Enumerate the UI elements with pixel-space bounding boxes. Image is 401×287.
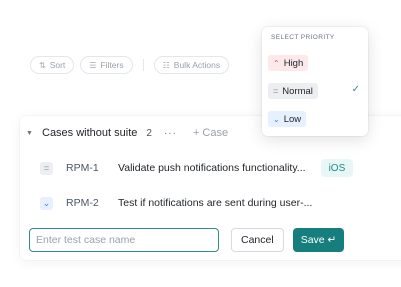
equals-icon: = [273,86,279,96]
new-case-form: Cancel Save ↵ [29,228,345,252]
priority-dropdown-label: SELECT PRIORITY [271,34,335,41]
case-title: Test if notifications are sent during us… [118,197,313,209]
priority-chip-normal: = Normal [268,83,318,99]
priority-option-low[interactable]: ⌄ Low [268,111,307,127]
priority-option-label: High [283,57,304,69]
priority-normal-icon[interactable]: = [40,161,53,175]
bulk-actions-label: Bulk Actions [173,60,221,70]
sort-icon: ⇅ [39,60,46,70]
case-title: Validate push notifications functionalit… [118,162,306,174]
toolbar-divider [142,59,144,71]
cancel-button[interactable]: Cancel [231,228,284,252]
table-row[interactable]: = RPM-1 Validate push notifications func… [20,156,401,180]
case-tag: iOS [320,159,354,177]
sort-button[interactable]: ⇅ Sort [30,56,75,74]
priority-option-normal[interactable]: = Normal [268,83,318,99]
filters-button[interactable]: ☰ Filters [80,56,133,74]
suite-count: 2 [146,127,152,139]
case-id: RPM-2 [66,197,99,209]
add-case-button[interactable]: + Case [193,127,228,139]
chevron-down-icon: ⌄ [273,114,280,124]
case-name-input[interactable] [29,228,219,252]
more-options-icon[interactable]: ··· [164,128,177,139]
table-row[interactable]: ⌄ RPM-2 Test if notifications are sent d… [20,191,401,215]
bulk-actions-button[interactable]: ☷ Bulk Actions [153,56,230,74]
priority-chip-high: ⌃ High [268,55,309,71]
sort-label: Sort [49,60,66,70]
case-id: RPM-1 [66,162,99,174]
toolbar: ⇅ Sort ☰ Filters ☷ Bulk Actions [30,56,230,74]
priority-chip-low: ⌄ Low [268,111,307,127]
save-button[interactable]: Save ↵ [292,228,345,252]
priority-option-label: Normal [282,85,313,97]
filter-icon: ☰ [89,60,97,70]
priority-option-label: Low [283,113,302,125]
suite-card: ▼ Cases without suite 2 ··· + Case = RPM… [20,116,401,260]
priority-option-high[interactable]: ⌃ High [268,55,309,71]
priority-low-icon[interactable]: ⌄ [40,196,53,210]
selected-check-icon: ✓ [351,84,360,95]
priority-dropdown: SELECT PRIORITY ⌃ High = Normal ✓ ⌄ Low [262,27,368,136]
collapse-caret-icon[interactable]: ▼ [26,130,36,137]
filters-label: Filters [100,60,124,70]
list-icon: ☷ [162,60,170,70]
chevron-up-icon: ⌃ [273,58,280,68]
suite-title: Cases without suite [42,127,138,139]
